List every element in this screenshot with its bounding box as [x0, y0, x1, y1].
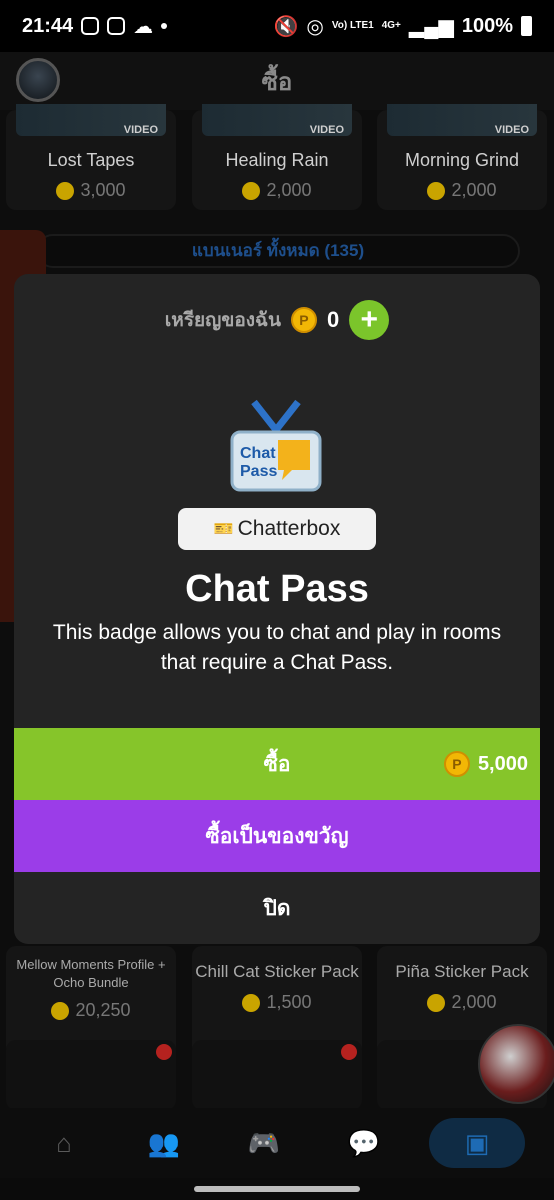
battery-icon	[521, 16, 532, 36]
bottom-navigation: ⌂ 👥 🎮 💬 ▣	[0, 1108, 554, 1178]
svg-text:Chat: Chat	[240, 445, 276, 462]
chatterbox-pill: 🎫 Chatterbox	[178, 508, 376, 550]
price-value: 2,000	[266, 180, 312, 200]
plus-icon: +	[360, 303, 378, 336]
status-bar: 21:44 ☁ 🔇 ◎ Vo) LTE1 4G+ ▂▄▆ 100%	[0, 0, 554, 52]
shop-icon[interactable]: ▣	[429, 1118, 525, 1168]
card-price: 2,000	[377, 180, 547, 201]
pill-label: Chatterbox	[237, 517, 341, 540]
new-indicator	[341, 1044, 357, 1060]
price-value: 20,250	[75, 1000, 131, 1020]
my-coins-label: เหรียญของฉัน	[164, 310, 281, 331]
card-price: 1,500	[192, 992, 362, 1013]
clock: 21:44	[22, 14, 74, 37]
floating-avatar[interactable]	[478, 1024, 554, 1104]
all-banners-link[interactable]: แบนเนอร์ ทั้งหมด (135)	[36, 234, 520, 268]
card-title: Lost Tapes	[47, 150, 135, 170]
price-value: 3,000	[80, 180, 126, 200]
card-price: 2,000	[192, 180, 362, 201]
coin-icon	[56, 181, 75, 200]
card-price: 3,000	[6, 180, 176, 201]
close-button[interactable]: ปิด	[14, 872, 540, 944]
profile-avatar[interactable]	[16, 58, 60, 102]
new-indicator	[156, 1044, 172, 1060]
price-value: 2,000	[451, 180, 497, 200]
chat-pass-mini-icon: 🎫	[213, 521, 234, 538]
battery-percent: 100%	[461, 14, 513, 37]
coin-icon	[51, 1001, 70, 1020]
store-card[interactable]: VIDEO Healing Rain 2,000	[192, 104, 362, 210]
store-card[interactable]: VIDEO Lost Tapes 3,000	[6, 104, 176, 210]
buy-label: ซื้อ	[263, 752, 291, 776]
store-card[interactable]: VIDEO Morning Grind 2,000	[377, 104, 547, 210]
svg-text:Pass: Pass	[240, 463, 277, 480]
video-tag: VIDEO	[494, 124, 529, 136]
coin-icon	[427, 993, 446, 1012]
coin-icon: P	[290, 307, 317, 333]
sticker-card[interactable]	[6, 1040, 176, 1110]
friends-icon[interactable]: 👥	[129, 1118, 199, 1168]
buy-button[interactable]: ซื้อ P 5,000	[14, 728, 540, 800]
instagram-icon	[107, 17, 126, 35]
cloud-icon: ☁	[133, 15, 154, 38]
coin-icon: P	[443, 751, 470, 777]
badge-title: Chat Pass	[185, 568, 369, 610]
card-price: 2,000	[377, 992, 547, 1013]
sticker-card[interactable]	[192, 1040, 362, 1110]
price-value: 1,500	[266, 992, 312, 1012]
network-indicator: 4G+	[381, 20, 401, 31]
card-title: Chill Cat Sticker Pack	[195, 962, 359, 981]
video-tag: VIDEO	[309, 124, 344, 136]
gesture-bar[interactable]	[194, 1186, 360, 1192]
chat-icon[interactable]: 💬	[329, 1118, 399, 1168]
page-title: ซื้อ	[261, 68, 293, 96]
app-header: ซื้อ	[0, 52, 554, 110]
coin-icon	[242, 181, 261, 200]
card-price: 20,250	[6, 1000, 176, 1021]
purchase-dialog: เหรียญของฉัน P 0 + Chat Pass 🎫 Chatterbo…	[14, 274, 540, 944]
coin-icon	[427, 181, 446, 200]
coins-balance: 0	[326, 307, 340, 332]
card-title: Healing Rain	[225, 150, 329, 170]
add-coins-button[interactable]: +	[349, 300, 390, 340]
volte-indicator: Vo) LTE1	[331, 20, 374, 31]
price-value: 2,000	[451, 992, 497, 1012]
mute-icon: 🔇	[273, 15, 299, 38]
my-coins-row: เหรียญของฉัน P 0 +	[14, 300, 540, 340]
coin-icon	[242, 993, 261, 1012]
chat-pass-badge-icon: Chat Pass	[230, 399, 322, 492]
signal-icon: ▂▄▆	[408, 15, 454, 38]
buy-price: P 5,000	[443, 728, 528, 800]
home-icon[interactable]: ⌂	[29, 1118, 99, 1168]
instagram-icon	[81, 17, 100, 35]
buy-as-gift-button[interactable]: ซื้อเป็นของขวัญ	[14, 800, 540, 872]
video-tag: VIDEO	[123, 124, 158, 136]
card-title: Mellow Moments Profile + Ocho Bundle	[16, 957, 166, 990]
price-value: 5,000	[477, 752, 528, 775]
card-title: Piña Sticker Pack	[395, 962, 529, 981]
games-icon[interactable]: 🎮	[229, 1118, 299, 1168]
card-title: Morning Grind	[404, 150, 520, 170]
badge-description: This badge allows you to chat and play i…	[52, 621, 502, 674]
hotspot-icon: ◎	[306, 15, 324, 38]
notification-dot-icon	[161, 23, 168, 29]
